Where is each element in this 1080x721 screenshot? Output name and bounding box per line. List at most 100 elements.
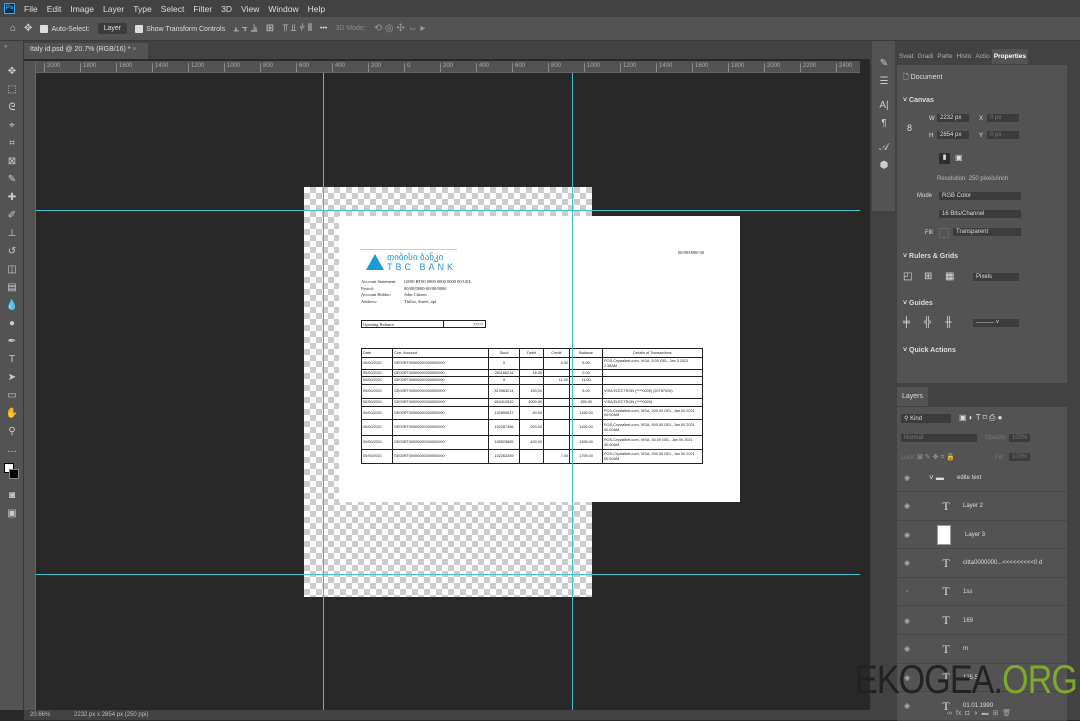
shape-tool-icon[interactable]: ▭ [0, 387, 24, 405]
y-field[interactable]: 0 px [987, 131, 1019, 139]
panel-tab-actio[interactable]: Actio [973, 49, 991, 64]
bit-depth-dropdown[interactable]: 16 Bits/Channel [939, 210, 1021, 218]
brush-settings-icon[interactable]: ✎ [872, 55, 896, 73]
visibility-toggle[interactable]: ▫ [897, 588, 917, 595]
layer-fill-field[interactable]: 100% [1009, 453, 1031, 461]
quick-mask-icon[interactable]: ◙ [0, 487, 24, 505]
guide-horizontal[interactable] [36, 574, 860, 575]
history-brush-icon[interactable]: ↺ [0, 243, 24, 261]
eye-icon[interactable]: ◉ [897, 617, 917, 625]
dodge-tool-icon[interactable]: ● [0, 315, 24, 333]
panel-tab-patte[interactable]: Patte [935, 49, 954, 64]
layer-row[interactable]: ◉ Layer 3 [897, 521, 1067, 550]
eye-icon[interactable]: ◉ [897, 531, 917, 539]
panel-tab-properties[interactable]: Properties [991, 49, 1028, 64]
layer-row[interactable]: ◉ ˅ ▬ edite text [897, 464, 1067, 492]
menu-view[interactable]: View [241, 4, 259, 14]
landscape-orientation-icon[interactable]: ▣ [955, 153, 963, 162]
3d-tools-icons[interactable]: ⟲ ◎ ✣ ⇔ ▸ [374, 23, 426, 34]
auto-select-checkbox[interactable]: Auto-Select: [40, 24, 90, 33]
kind-filter-dropdown[interactable]: ⚲ Kind [901, 414, 951, 423]
lasso-tool-icon[interactable]: ᘓ [0, 99, 24, 117]
menu-file[interactable]: File [24, 4, 38, 14]
gradient-tool-icon[interactable]: ▤ [0, 279, 24, 297]
guide-layout-icon[interactable]: ╪ [903, 317, 910, 328]
eyedropper-tool-icon[interactable]: ✎ [0, 171, 24, 189]
3d-icon[interactable]: ⬢ [872, 157, 896, 175]
menu-3d[interactable]: 3D [221, 4, 232, 14]
layer-row[interactable]: ◉ T 169 [897, 607, 1067, 635]
guide-vertical[interactable] [572, 73, 573, 710]
fill-dropdown[interactable]: Transparent [953, 228, 1021, 236]
panel-tab-histo[interactable]: Histo [955, 49, 974, 64]
portrait-orientation-icon[interactable]: ▮ [939, 153, 950, 164]
fill-swatch[interactable] [939, 228, 949, 238]
blur-tool-icon[interactable]: 💧 [0, 297, 24, 315]
quick-actions-section[interactable]: ˅ Quick Actions [903, 347, 956, 354]
height-field[interactable]: 2854 px [937, 131, 969, 139]
guide-horizontal[interactable] [36, 210, 860, 211]
stamp-tool-icon[interactable]: ⊥ [0, 225, 24, 243]
layer-filter-icons[interactable]: ▣ ◐ T ⌑ ⎙ ● [959, 413, 1002, 423]
canvas-area[interactable]: თიბისი ბანკი TBC BANK 00/00/0000 00 Acco… [36, 73, 860, 710]
units-dropdown[interactable]: Pixels [973, 273, 1019, 281]
lock-icons[interactable]: ⊠ ✎ ✥ ⌗ 🔒 [917, 453, 955, 462]
show-transform-checkbox[interactable]: Show Transform Controls [135, 24, 225, 33]
grid-icon[interactable]: ⊞ [924, 271, 932, 282]
zoom-level[interactable]: 20.66% [30, 712, 50, 718]
pen-tool-icon[interactable]: ✒ [0, 333, 24, 351]
menu-image[interactable]: Image [70, 4, 94, 14]
eye-icon[interactable]: ◉ [897, 702, 917, 710]
rulers-grids-section[interactable]: ˅ Rulers & Grids [903, 253, 958, 260]
adjustments-icon[interactable]: ☰ [872, 73, 896, 91]
menu-filter[interactable]: Filter [193, 4, 212, 14]
guide-color-dropdown[interactable]: ——— ˅ [973, 319, 1019, 327]
panel-tab-gradi[interactable]: Gradi [915, 49, 935, 64]
character-icon[interactable]: A| [872, 97, 896, 115]
blend-mode-dropdown[interactable]: Normal [901, 434, 977, 442]
opacity-field[interactable]: 100% [1009, 434, 1031, 442]
guide-vertical[interactable] [323, 73, 324, 710]
glyphs-icon[interactable]: 𝒜 [872, 139, 896, 157]
menu-window[interactable]: Window [268, 4, 298, 14]
marquee-tool-icon[interactable]: ⬚ [0, 81, 24, 99]
canvas-section[interactable]: ˅ Canvas [903, 97, 934, 104]
guides-section[interactable]: ˅ Guides [903, 300, 933, 307]
menu-type[interactable]: Type [133, 4, 151, 14]
eye-icon[interactable]: ◉ [897, 559, 917, 567]
layer-select-dropdown[interactable]: Layer [97, 23, 128, 34]
document-tab[interactable]: Italy id.psd @ 20.7% (RGB/16) * × [24, 43, 148, 59]
brush-tool-icon[interactable]: ✐ [0, 207, 24, 225]
more-tools-icon[interactable]: … [0, 441, 24, 459]
crop-tool-icon[interactable]: ⌗ [0, 135, 24, 153]
layer-row[interactable]: ◉ Tcitta0000000...<<<<<<<<<0 d [897, 550, 1067, 578]
ruler-icon[interactable]: ◰ [903, 271, 912, 282]
home-icon[interactable]: ⌂ [10, 23, 16, 34]
menu-select[interactable]: Select [161, 4, 185, 14]
lock-guides-icon[interactable]: ╬ [924, 317, 931, 328]
move-tool-icon[interactable]: ✥ [24, 23, 32, 34]
paragraph-icon[interactable]: ¶ [872, 115, 896, 133]
screen-mode-icon[interactable]: ▣ [0, 505, 24, 523]
align-icons[interactable]: ⫠ ⫟ ⫡ ⊞ ⫪ ⫫ ⫩ ⫴ [233, 23, 312, 34]
eye-icon[interactable]: ◉ [897, 645, 917, 653]
link-icon[interactable]: 8 [907, 123, 912, 133]
x-field[interactable]: 0 px [987, 114, 1019, 122]
tab-close-button[interactable]: × [132, 46, 136, 53]
menu-layer[interactable]: Layer [103, 4, 124, 14]
healing-tool-icon[interactable]: ✚ [0, 189, 24, 207]
menu-help[interactable]: Help [308, 4, 325, 14]
eye-icon[interactable]: ◉ [897, 474, 917, 482]
frame-tool-icon[interactable]: ⊠ [0, 153, 24, 171]
panel-tab-swat[interactable]: Swat [897, 49, 915, 64]
move-tool-icon[interactable]: ✥ [0, 63, 24, 81]
menu-edit[interactable]: Edit [47, 4, 62, 14]
collapse-icon[interactable]: » [0, 41, 23, 63]
hand-tool-icon[interactable]: ✋ [0, 405, 24, 423]
type-tool-icon[interactable]: T [0, 351, 24, 369]
path-select-icon[interactable]: ➤ [0, 369, 24, 387]
more-options-button[interactable]: ••• [320, 25, 327, 32]
quick-select-tool-icon[interactable]: ⌖ [0, 117, 24, 135]
zoom-tool-icon[interactable]: ⚲ [0, 423, 24, 441]
mode-dropdown[interactable]: RGB Color [939, 192, 1021, 200]
